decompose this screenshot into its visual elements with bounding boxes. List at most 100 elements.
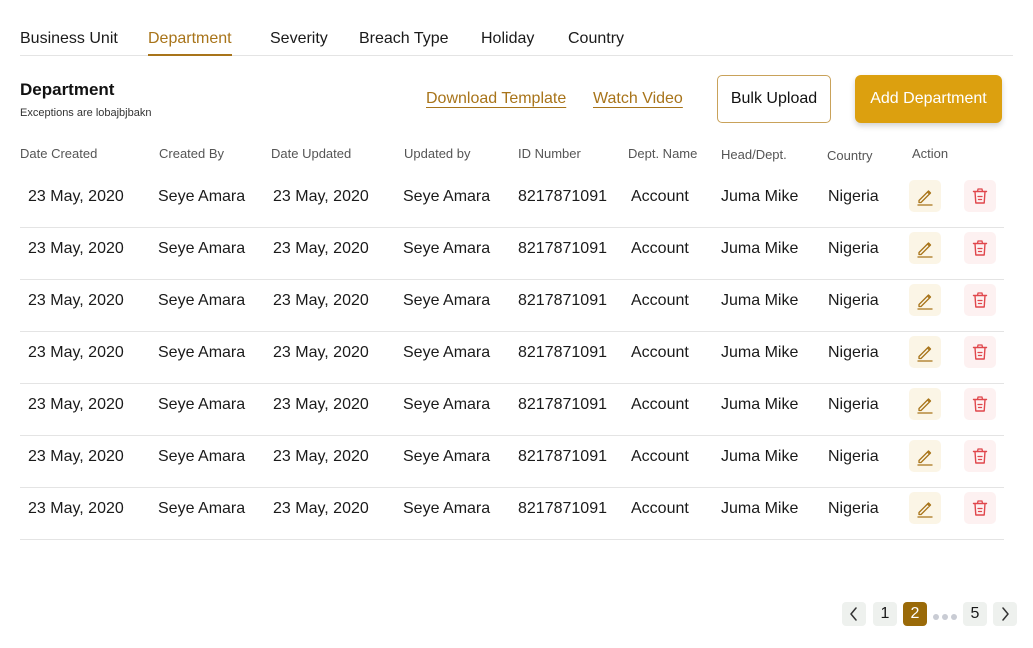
cell-country: Nigeria xyxy=(828,240,879,257)
cell-country: Nigeria xyxy=(828,188,879,205)
cell-date-created: 23 May, 2020 xyxy=(28,292,124,309)
tab-breach-type[interactable]: Breach Type xyxy=(359,30,449,56)
cell-dept-name: Account xyxy=(631,500,689,517)
delete-button[interactable] xyxy=(964,284,996,316)
edit-button[interactable] xyxy=(909,388,941,420)
cell-updated-by: Seye Amara xyxy=(403,500,491,517)
pagination-ellipsis xyxy=(933,614,957,620)
cell-id-number: 8217871091 xyxy=(518,500,607,517)
next-page-button[interactable] xyxy=(993,602,1017,626)
cell-head-dept: Juma Mike xyxy=(721,500,799,517)
pencil-icon xyxy=(917,398,933,414)
cell-updated-by: Seye Amara xyxy=(403,188,491,205)
delete-button[interactable] xyxy=(964,492,996,524)
cell-created-by: Seye Amara xyxy=(158,292,246,309)
delete-button[interactable] xyxy=(964,440,996,472)
cell-date-updated: 23 May, 2020 xyxy=(273,188,369,205)
cell-head-dept: Juma Mike xyxy=(721,448,799,465)
delete-button[interactable] xyxy=(964,180,996,212)
trash-icon xyxy=(972,344,988,360)
bulk-upload-button[interactable]: Bulk Upload xyxy=(717,75,831,123)
delete-button[interactable] xyxy=(964,336,996,368)
edit-button[interactable] xyxy=(909,440,941,472)
page-subtitle: Exceptions are lobajbjbakn xyxy=(20,107,152,119)
cell-date-updated: 23 May, 2020 xyxy=(273,344,369,361)
chevron-right-icon xyxy=(1002,607,1009,621)
column-updated-by: Updated by xyxy=(404,146,471,161)
edit-button[interactable] xyxy=(909,180,941,212)
pencil-icon xyxy=(917,450,933,466)
cell-created-by: Seye Amara xyxy=(158,396,246,413)
delete-button[interactable] xyxy=(964,232,996,264)
download-template-link[interactable]: Download Template xyxy=(426,90,566,108)
prev-page-button[interactable] xyxy=(842,602,866,626)
pencil-icon xyxy=(917,242,933,258)
cell-dept-name: Account xyxy=(631,292,689,309)
page-1-button[interactable]: 1 xyxy=(873,602,897,626)
column-action: Action xyxy=(912,146,949,161)
cell-updated-by: Seye Amara xyxy=(403,240,491,257)
cell-dept-name: Account xyxy=(631,396,689,413)
cell-country: Nigeria xyxy=(828,500,879,517)
cell-date-created: 23 May, 2020 xyxy=(28,500,124,517)
pencil-icon xyxy=(917,294,933,310)
page-5-button[interactable]: 5 xyxy=(963,602,987,626)
table-row: 23 May, 2020 Seye Amara 23 May, 2020 Seye A… xyxy=(20,280,1004,332)
page-title: Department xyxy=(20,80,115,99)
column-date-created: Date Created xyxy=(20,146,98,161)
tab-bar: Business Unit Department Severity Breach… xyxy=(20,28,1013,56)
cell-dept-name: Account xyxy=(631,188,689,205)
cell-created-by: Seye Amara xyxy=(158,240,246,257)
cell-created-by: Seye Amara xyxy=(158,188,246,205)
cell-date-created: 23 May, 2020 xyxy=(28,448,124,465)
column-dept-name: Dept. Name xyxy=(628,146,698,161)
cell-date-created: 23 May, 2020 xyxy=(28,188,124,205)
table-row: 23 May, 2020 Seye Amara 23 May, 2020 Seye A… xyxy=(20,436,1004,488)
table-row: 23 May, 2020 Seye Amara 23 May, 2020 Seye A… xyxy=(20,488,1004,540)
cell-date-updated: 23 May, 2020 xyxy=(273,396,369,413)
pencil-icon xyxy=(917,346,933,362)
trash-icon xyxy=(972,396,988,412)
cell-head-dept: Juma Mike xyxy=(721,396,799,413)
table-row: 23 May, 2020 Seye Amara 23 May, 2020 Seye A… xyxy=(20,176,1004,228)
pencil-icon xyxy=(917,190,933,206)
cell-id-number: 8217871091 xyxy=(518,448,607,465)
edit-button[interactable] xyxy=(909,284,941,316)
tab-holiday[interactable]: Holiday xyxy=(481,30,534,56)
cell-dept-name: Account xyxy=(631,448,689,465)
cell-created-by: Seye Amara xyxy=(158,500,246,517)
cell-created-by: Seye Amara xyxy=(158,344,246,361)
table-row: 23 May, 2020 Seye Amara 23 May, 2020 Seye A… xyxy=(20,228,1004,280)
tab-business-unit[interactable]: Business Unit xyxy=(20,30,118,56)
trash-icon xyxy=(972,448,988,464)
tab-department[interactable]: Department xyxy=(148,30,232,56)
cell-dept-name: Account xyxy=(631,240,689,257)
cell-id-number: 8217871091 xyxy=(518,344,607,361)
cell-updated-by: Seye Amara xyxy=(403,344,491,361)
cell-id-number: 8217871091 xyxy=(518,396,607,413)
trash-icon xyxy=(972,500,988,516)
edit-button[interactable] xyxy=(909,492,941,524)
cell-id-number: 8217871091 xyxy=(518,292,607,309)
page-2-button[interactable]: 2 xyxy=(903,602,927,626)
watch-video-link[interactable]: Watch Video xyxy=(593,90,683,108)
edit-button[interactable] xyxy=(909,232,941,264)
edit-button[interactable] xyxy=(909,336,941,368)
column-head-dept: Head/Dept. xyxy=(721,147,787,162)
tab-severity[interactable]: Severity xyxy=(270,30,328,56)
table-row: 23 May, 2020 Seye Amara 23 May, 2020 Seye A… xyxy=(20,332,1004,384)
cell-date-updated: 23 May, 2020 xyxy=(273,448,369,465)
cell-id-number: 8217871091 xyxy=(518,240,607,257)
cell-date-created: 23 May, 2020 xyxy=(28,240,124,257)
column-country: Country xyxy=(827,148,873,163)
cell-date-created: 23 May, 2020 xyxy=(28,344,124,361)
cell-updated-by: Seye Amara xyxy=(403,396,491,413)
cell-dept-name: Account xyxy=(631,344,689,361)
cell-id-number: 8217871091 xyxy=(518,188,607,205)
cell-date-updated: 23 May, 2020 xyxy=(273,292,369,309)
add-department-button[interactable]: Add Department xyxy=(855,75,1002,123)
cell-head-dept: Juma Mike xyxy=(721,292,799,309)
column-id-number: ID Number xyxy=(518,146,581,161)
delete-button[interactable] xyxy=(964,388,996,420)
tab-country[interactable]: Country xyxy=(568,30,624,56)
